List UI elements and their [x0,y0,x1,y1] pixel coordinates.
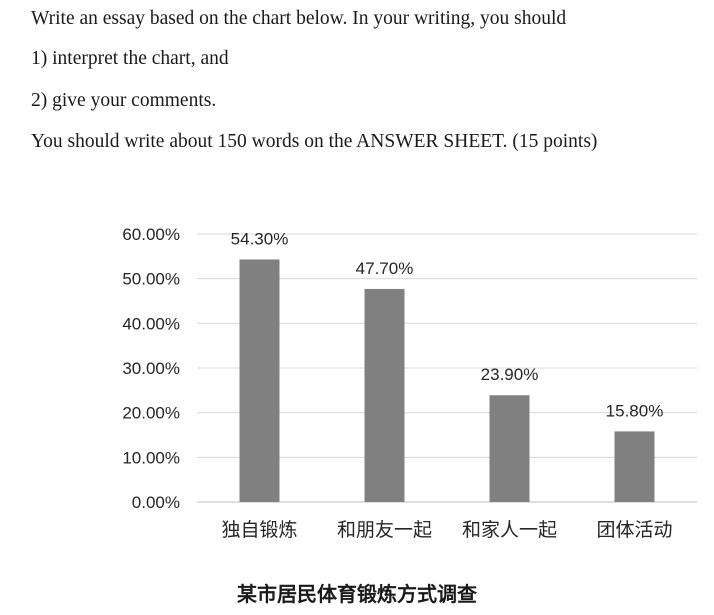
essay-prompt: Write an essay based on the chart below.… [31,0,701,163]
y-tick-label: 30.00% [122,359,180,378]
y-tick-label: 60.00% [122,225,180,244]
bar-3 [489,395,530,502]
data-label: 15.80% [606,401,664,420]
data-label: 23.90% [481,365,539,384]
x-tick-label: 团体活动 [596,519,672,541]
bar-4 [614,431,655,502]
chart-title: 某市居民体育锻炼方式调查 [237,582,477,606]
prompt-line-1: Write an essay based on the chart below.… [31,8,567,29]
bar-1 [239,259,280,502]
prompt-line-4: You should write about 150 words on the … [31,131,598,152]
data-label: 47.70% [356,259,414,278]
y-tick-label: 50.00% [122,270,180,289]
bars [239,259,655,502]
prompt-line-3: 2) give your comments. [31,89,217,111]
x-tick-label: 和朋友一起 [337,519,432,541]
prompt-line-2: 1) interpret the chart, and [31,48,229,69]
y-axis-tick-labels: 0.00% 10.00% 20.00% 30.00% 40.00% 50.00% 60.00… [122,225,180,512]
y-tick-label: 10.00% [122,448,180,467]
data-label: 54.30% [231,229,289,248]
y-tick-label: 0.00% [132,493,180,512]
x-axis-category-labels: 独自锻炼 和朋友一起 和家人一起 团体活动 [221,519,672,541]
x-tick-label: 独自锻炼 [221,519,297,541]
data-labels: 54.30% 47.70% 23.90% 15.80% [231,229,664,420]
x-tick-label: 和家人一起 [462,519,557,541]
bar-2 [364,288,405,502]
y-tick-label: 40.00% [122,314,180,333]
y-tick-label: 20.00% [122,404,180,423]
bar-chart: 0.00% 10.00% 20.00% 30.00% 40.00% 50.00% 60.00… [122,225,697,541]
